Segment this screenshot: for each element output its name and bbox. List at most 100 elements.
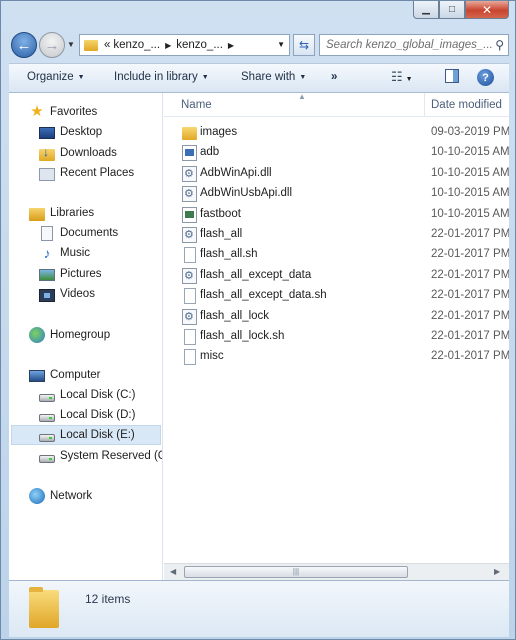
nav-videos[interactable]: Videos <box>39 284 95 304</box>
file-row[interactable]: images 09-03-2019 PM <box>164 123 509 143</box>
file-name: flash_all_lock <box>200 309 270 322</box>
file-name: fastboot <box>200 207 241 220</box>
file-date-modified: 22-01-2017 PM <box>431 289 509 302</box>
breadcrumb-kenzo[interactable]: kenzo_... <box>113 39 160 51</box>
breadcrumb-separator-icon[interactable]: ▶ <box>165 41 171 50</box>
file-row[interactable]: misc 22-01-2017 PM <box>164 347 509 367</box>
file-name: misc <box>200 350 224 363</box>
refresh-button[interactable]: ⇆ <box>293 34 315 56</box>
nav-desktop[interactable]: Desktop <box>39 122 102 142</box>
nav-computer-label: Computer <box>50 369 101 381</box>
scroll-right-icon[interactable]: ▶ <box>494 567 500 576</box>
file-name: flash_all_except_data.sh <box>200 289 327 302</box>
refresh-icon: ⇆ <box>298 38 310 52</box>
file-row[interactable]: flash_all.sh 22-01-2017 PM <box>164 245 509 265</box>
file-name: flash_all_lock.sh <box>200 330 285 342</box>
chevron-down-icon: ▼ <box>405 76 413 83</box>
folder-icon <box>84 39 98 51</box>
back-button[interactable]: ← <box>11 32 37 58</box>
drive-icon <box>39 433 55 442</box>
file-row[interactable]: flash_all_except_data.sh 22-01-2017 PM <box>164 286 509 306</box>
address-dropdown-icon[interactable]: ▼ <box>277 40 285 49</box>
file-date-modified: 22-01-2017 PM <box>431 268 509 281</box>
file-row[interactable]: AdbWinApi.dll 10-10-2015 AM <box>164 164 509 184</box>
column-divider[interactable] <box>424 93 425 116</box>
file-name: adb <box>200 146 220 159</box>
dll-icon <box>182 165 197 182</box>
file-row[interactable]: fastboot 10-10-2015 AM <box>164 205 509 225</box>
nav-system-reserved[interactable]: System Reserved (G: <box>39 446 162 466</box>
nav-computer[interactable]: Computer <box>29 365 101 385</box>
nav-favorites[interactable]: ★ Favorites <box>29 102 97 122</box>
back-arrow-icon: ← <box>16 36 32 54</box>
include-in-library-button[interactable]: Include in library ▼ <box>114 71 209 83</box>
horizontal-scrollbar[interactable]: ◀ ||| ▶ <box>164 563 509 580</box>
preview-pane-button[interactable] <box>445 69 459 86</box>
file-date-modified: 10-10-2015 AM <box>431 187 509 200</box>
help-button[interactable]: ? <box>477 69 494 86</box>
file-date-modified: 22-01-2017 PM <box>431 248 509 261</box>
scrollbar-thumb[interactable]: ||| <box>184 566 408 578</box>
nav-local-disk-c-label: Local Disk (C:) <box>60 389 136 401</box>
homegroup-icon <box>29 327 45 343</box>
close-button[interactable]: ✕ <box>465 1 509 19</box>
chevron-down-icon: ▼ <box>299 74 307 81</box>
address-bar[interactable]: « kenzo_... ▶ kenzo_... ▶ ▼ <box>79 34 290 56</box>
nav-network[interactable]: Network <box>29 486 92 506</box>
star-icon: ★ <box>30 103 44 120</box>
desktop-icon <box>39 127 55 139</box>
nav-downloads[interactable]: Downloads <box>39 143 117 163</box>
nav-local-disk-d[interactable]: Local Disk (D:) <box>39 405 135 425</box>
include-in-library-label: Include in library <box>114 71 198 83</box>
document-icon <box>184 288 196 305</box>
batch-file-icon <box>182 227 197 243</box>
nav-libraries[interactable]: Libraries <box>29 203 94 223</box>
file-list[interactable]: ▲ Name Date modified images 09-03-2019 PM… <box>164 93 509 580</box>
scroll-left-icon[interactable]: ◀ <box>170 567 176 576</box>
file-row[interactable]: flash_all_lock.sh 22-01-2017 PM <box>164 327 509 347</box>
document-icon <box>184 247 196 264</box>
nav-local-disk-c[interactable]: Local Disk (C:) <box>39 385 135 405</box>
drive-icon <box>39 393 55 402</box>
file-date-modified: 22-01-2017 PM <box>431 330 509 342</box>
more-commands-button[interactable]: » <box>331 71 337 83</box>
file-row[interactable]: adb 10-10-2015 AM <box>164 143 509 163</box>
file-date-modified: 22-01-2017 PM <box>431 228 509 240</box>
nav-local-disk-e[interactable]: Local Disk (E:) <box>11 425 161 445</box>
nav-downloads-label: Downloads <box>60 147 117 159</box>
share-with-button[interactable]: Share with ▼ <box>241 71 306 83</box>
search-input[interactable]: Search kenzo_global_images_... ⚲ <box>319 34 509 56</box>
search-icon[interactable]: ⚲ <box>495 38 504 52</box>
sort-ascending-icon: ▲ <box>298 93 306 101</box>
chevron-down-icon: ▼ <box>201 74 209 81</box>
breadcrumb-separator-icon[interactable]: ▶ <box>228 41 234 50</box>
nav-documents-label: Documents <box>60 227 119 239</box>
file-row[interactable]: flash_all_except_data 22-01-2017 PM <box>164 266 509 286</box>
caption-buttons: ▁ □ ✕ <box>413 1 509 19</box>
file-name: flash_all.sh <box>200 248 258 261</box>
minimize-button[interactable]: ▁ <box>413 1 439 19</box>
organize-button[interactable]: Organize ▼ <box>27 71 85 83</box>
share-with-label: Share with <box>241 71 296 83</box>
file-row[interactable]: flash_all 22-01-2017 PM <box>164 225 509 245</box>
column-header-date-modified[interactable]: Date modified <box>431 99 502 111</box>
change-view-button[interactable]: ☷ ▼ <box>391 69 413 85</box>
nav-documents[interactable]: Documents <box>39 223 118 243</box>
maximize-button[interactable]: □ <box>439 1 465 19</box>
music-icon: ♪ <box>43 245 51 261</box>
videos-icon <box>39 288 55 302</box>
nav-pictures[interactable]: Pictures <box>39 264 102 284</box>
item-count: 12 items <box>85 592 131 606</box>
nav-music[interactable]: ♪ Music <box>39 243 91 263</box>
forward-button[interactable]: → <box>39 32 65 58</box>
file-row[interactable]: flash_all_lock 22-01-2017 PM <box>164 307 509 327</box>
nav-recent-places[interactable]: Recent Places <box>39 163 134 183</box>
column-header-name[interactable]: Name <box>181 99 212 111</box>
file-row[interactable]: AdbWinUsbApi.dll 10-10-2015 AM <box>164 184 509 204</box>
breadcrumb-kenzo-global[interactable]: kenzo_... <box>176 39 223 51</box>
address-overflow[interactable]: « <box>104 39 110 51</box>
recent-pages-dropdown[interactable]: ▼ <box>67 40 75 49</box>
computer-icon <box>29 369 45 382</box>
navigation-pane[interactable]: ★ Favorites Desktop Downloads Recent Plac… <box>9 93 163 580</box>
nav-homegroup[interactable]: Homegroup <box>29 325 110 345</box>
